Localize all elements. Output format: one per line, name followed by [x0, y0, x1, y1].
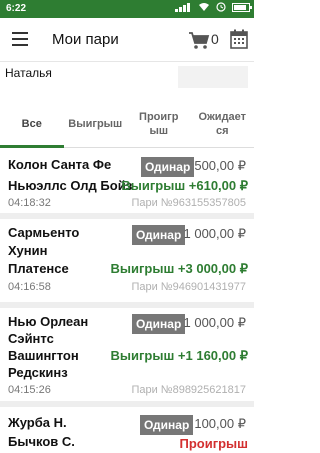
tab-pending-label: Ожидается — [198, 110, 247, 137]
bet-id: Пари №898925621817 — [131, 384, 246, 396]
bet-event-line: Редскинз — [8, 365, 68, 380]
bet-result: Проигрыш — [179, 436, 248, 451]
bet-card[interactable]: Сармьенто Хунин Платенсе Одинар 1 000,00… — [0, 219, 254, 308]
tab-won[interactable]: Выигрыш — [64, 100, 128, 147]
wifi-icon — [199, 3, 209, 11]
cart-icon[interactable] — [188, 30, 210, 50]
bet-card[interactable]: Журба Н. Бычков С. Одинар 100,00 ₽ Проиг… — [0, 407, 254, 453]
signal-icon — [175, 2, 193, 12]
bet-event-line: Ньюэллс Олд Бойз — [8, 178, 133, 193]
tab-lost[interactable]: Проигрыш — [127, 100, 191, 147]
user-balance — [178, 66, 248, 88]
bet-time: 04:16:58 — [8, 281, 51, 293]
bet-amount: 500,00 ₽ — [194, 158, 246, 173]
bet-event-line: Колон Санта Фе — [8, 157, 112, 172]
app-bar: Мои пари 0 — [0, 18, 254, 62]
tab-lost-label: Проигрыш — [139, 110, 179, 137]
calendar-icon[interactable] — [230, 29, 248, 49]
bet-event-line: Журба Н. — [8, 415, 67, 430]
status-icons — [175, 2, 252, 12]
bet-id: Пари №946901431977 — [131, 281, 246, 293]
bet-result: Выигрыш +610,00 ₽ — [121, 178, 248, 193]
user-name: Наталья — [5, 66, 52, 80]
battery-icon — [232, 2, 252, 12]
bet-event-line: Бычков С. — [8, 434, 75, 449]
bet-event-line: Платенсе — [8, 261, 69, 276]
bet-time: 04:18:32 — [8, 197, 51, 209]
page-title: Мои пари — [52, 31, 119, 48]
bet-result: Выигрыш +1 160,00 ₽ — [110, 348, 248, 363]
status-bar: 6:22 — [0, 0, 254, 18]
tab-pending[interactable]: Ожидается — [191, 100, 255, 147]
bet-type-badge: Одинар — [140, 415, 194, 435]
bets-list: Колон Санта Фе Ньюэллс Олд Бойз Одинар 5… — [0, 149, 254, 453]
cart-count: 0 — [211, 31, 219, 47]
bet-event-line: Хунин — [8, 243, 48, 258]
filter-tabs: Все Выигрыш Проигрыш Ожидается — [0, 100, 254, 148]
menu-icon[interactable] — [12, 32, 28, 46]
status-time: 6:22 — [6, 3, 27, 14]
bet-type-badge: Одинар — [141, 157, 195, 177]
bet-id: Пари №963155357805 — [131, 197, 246, 209]
bet-amount: 1 000,00 ₽ — [183, 226, 247, 241]
bet-amount: 1 000,00 ₽ — [183, 315, 247, 330]
bet-event-line: Сармьенто — [8, 225, 80, 240]
bet-time: 04:15:26 — [8, 384, 51, 396]
bet-type-badge: Одинар — [132, 225, 186, 245]
tab-all[interactable]: Все — [0, 100, 64, 148]
bet-card[interactable]: Колон Санта Фе Ньюэллс Олд Бойз Одинар 5… — [0, 149, 254, 219]
alarm-icon — [216, 2, 226, 12]
bet-type-badge: Одинар — [132, 314, 186, 334]
bet-amount: 100,00 ₽ — [194, 416, 246, 431]
bet-card[interactable]: Нью Орлеан Сэйнтс Вашингтон Редскинз Оди… — [0, 308, 254, 407]
user-info: Наталья — [0, 62, 254, 100]
bet-result: Выигрыш +3 000,00 ₽ — [110, 261, 248, 276]
